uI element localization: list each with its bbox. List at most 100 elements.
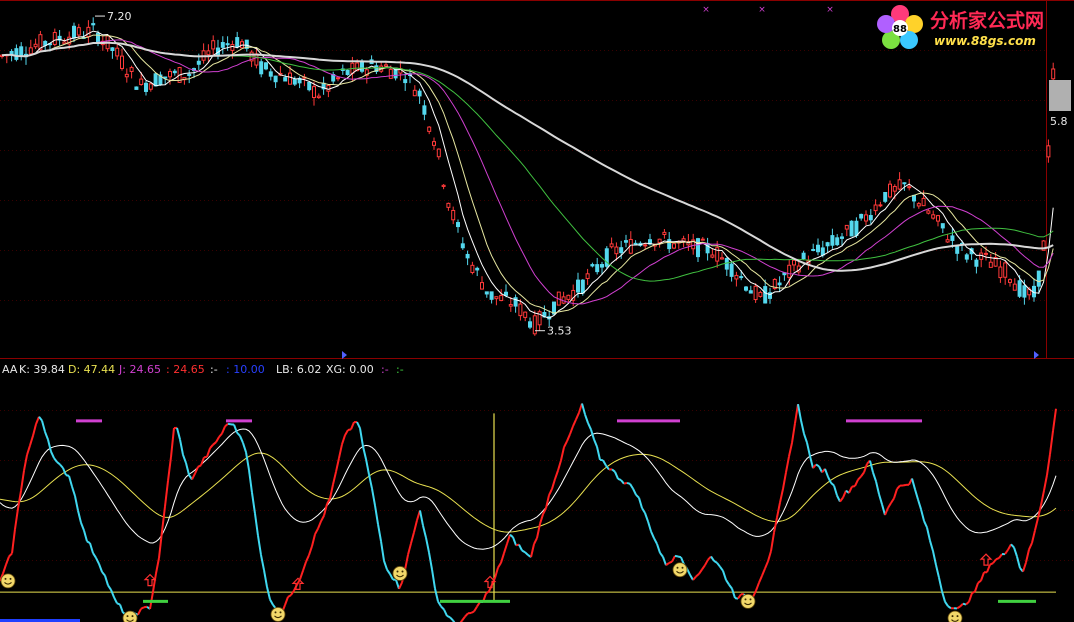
j-segment [998, 553, 1003, 559]
j-segment [152, 573, 157, 592]
j-segment [1049, 430, 1054, 455]
j-segment [860, 471, 865, 478]
candle-body [729, 263, 734, 277]
candle-body [710, 254, 715, 258]
j-segment [5, 556, 10, 565]
j-segment [140, 606, 145, 610]
candle-body [984, 252, 988, 255]
candle-body [696, 238, 700, 258]
candle-body [1051, 68, 1056, 80]
j-segment [971, 590, 976, 594]
low-price-label: 3.53 [547, 325, 572, 338]
j-segment [89, 542, 94, 554]
j-segment [599, 458, 604, 462]
j-segment [716, 562, 721, 568]
j-segment [368, 474, 373, 489]
candle-body [1022, 285, 1027, 298]
j-segment [698, 568, 703, 575]
indicator-k-value: K: 39.84 [19, 363, 65, 376]
nav-arrow-icon [1034, 351, 1039, 359]
candle-body [432, 141, 436, 146]
j-segment [32, 423, 37, 436]
j-segment [41, 420, 46, 433]
candle-body [633, 242, 638, 245]
candle-body [187, 73, 192, 77]
candle-body [580, 279, 585, 294]
j-segment [389, 573, 394, 581]
j-segment [1046, 454, 1051, 476]
candle-body [494, 296, 499, 300]
j-segment [548, 488, 553, 496]
candle-body [475, 267, 480, 271]
candle-body [115, 47, 120, 57]
candle-body [936, 215, 940, 222]
candle-body [316, 95, 321, 99]
j-segment [377, 524, 382, 542]
candle-body [844, 224, 849, 230]
smiley-icon [947, 610, 963, 622]
candle-body [139, 78, 144, 86]
candle-body [451, 209, 456, 221]
j-segment [725, 579, 730, 586]
j-segment [656, 543, 661, 554]
j-segment [422, 525, 427, 538]
candle-body [196, 60, 201, 65]
candle-body [931, 214, 936, 219]
j-segment [776, 502, 781, 518]
candle-body [28, 47, 33, 55]
j-segment [857, 475, 862, 481]
svg-text:88: 88 [893, 24, 907, 35]
j-segment [302, 561, 307, 572]
j-segment [512, 536, 517, 546]
candle-body [283, 77, 288, 82]
j-segment [662, 556, 667, 566]
candle-body [988, 261, 993, 268]
j-segment [968, 592, 973, 603]
j-segment [911, 478, 916, 490]
j-segment [1043, 474, 1048, 491]
candle-body [148, 83, 153, 90]
j-segment [932, 550, 937, 566]
candle-body [273, 75, 278, 83]
j-segment [443, 609, 448, 617]
candle-body [168, 71, 172, 78]
j-segment [206, 447, 211, 458]
j-segment [266, 586, 271, 600]
j-segment [53, 457, 58, 463]
candle-body [609, 243, 614, 248]
j-segment [1031, 530, 1036, 544]
j-segment [254, 513, 259, 536]
candle-body [940, 223, 945, 229]
candle-body [523, 311, 528, 318]
j-segment [161, 506, 166, 532]
candle-body [854, 220, 859, 236]
candle-body [830, 235, 835, 246]
top-marker: × [702, 5, 710, 15]
j-segment [797, 404, 802, 421]
candle-body [585, 273, 590, 279]
candle-body [62, 41, 67, 45]
j-segment [209, 444, 214, 449]
j-segment [470, 610, 475, 614]
j-segment [596, 446, 601, 461]
candle-body [110, 47, 115, 52]
j-segment [218, 432, 223, 438]
candle-body [590, 264, 595, 267]
candle-body [19, 46, 24, 57]
j-segment [191, 473, 196, 480]
j-segment [320, 515, 325, 522]
candle-body [825, 242, 830, 247]
j-segment [137, 608, 142, 616]
j-segment [74, 495, 79, 511]
j-segment [563, 440, 568, 448]
j-segment [890, 497, 895, 504]
j-segment [620, 479, 625, 485]
j-segment [992, 558, 997, 564]
candle-body [840, 236, 844, 239]
candle-body [86, 26, 91, 38]
candle-body [624, 240, 628, 243]
j-segment [164, 480, 169, 507]
candle-body [153, 73, 158, 87]
j-segment [851, 485, 856, 488]
candle-body [864, 214, 868, 222]
